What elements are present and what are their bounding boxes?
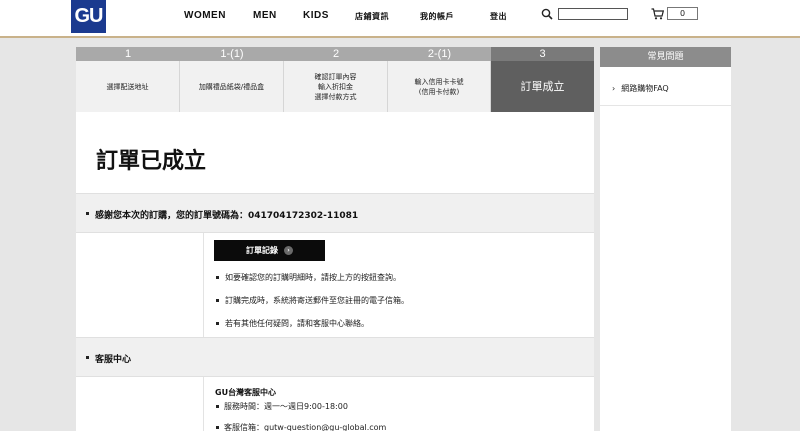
note-item: 若有其他任何疑問，請和客服中心聯絡。 <box>216 318 369 329</box>
nav-my-account[interactable]: 我的帳戶 <box>420 11 454 22</box>
step-label: 選擇配送地址 <box>76 61 180 112</box>
cs-email-text[interactable]: 客服信箱：gutw-question@gu-global.com <box>224 423 386 431</box>
step-label: 加購禮品紙袋/禮品盒 <box>180 61 284 112</box>
bullet <box>216 405 219 408</box>
checkout-steps: 1 選擇配送地址 1-(1) 加購禮品紙袋/禮品盒 2 確認訂單內容 輸入折扣金… <box>76 47 594 112</box>
step-2: 2 確認訂單內容 輸入折扣金 選擇付款方式 <box>284 47 388 112</box>
step-number: 2-(1) <box>388 47 491 61</box>
cart-count[interactable]: 0 <box>667 7 698 20</box>
note-text: 訂購完成時，系統將寄送郵件至您註冊的電子信箱。 <box>225 296 409 305</box>
bullet <box>216 322 219 325</box>
step-1-1: 1-(1) 加購禮品紙袋/禮品盒 <box>180 47 284 112</box>
step-label: 確認訂單內容 輸入折扣金 選擇付款方式 <box>284 61 388 112</box>
faq-link-label: 網路購物FAQ <box>621 84 669 93</box>
step-number: 1 <box>76 47 180 61</box>
cs-email: 客服信箱：gutw-question@gu-global.com <box>216 422 386 431</box>
customer-service-header: 客服中心 <box>95 355 132 365</box>
nav-logout[interactable]: 登出 <box>490 11 507 22</box>
bullet <box>86 212 89 215</box>
search-input[interactable] <box>558 8 628 20</box>
customer-service-band: 客服中心 <box>76 337 594 377</box>
cart-icon[interactable] <box>651 8 664 20</box>
step-number: 3 <box>491 47 594 61</box>
faq-sidebar: 常見問題 › 網路購物FAQ <box>600 47 731 431</box>
step-number: 2 <box>284 47 388 61</box>
bullet <box>216 299 219 302</box>
page-title: 訂單已成立 <box>96 149 207 174</box>
note-item: 如要確認您的訂購明細時，請按上方的按鈕查詢。 <box>216 272 401 283</box>
gu-logo[interactable]: GU <box>71 0 106 33</box>
bullet <box>216 426 219 429</box>
faq-link[interactable]: › 網路購物FAQ <box>612 83 669 94</box>
step-number: 1-(1) <box>180 47 284 61</box>
step-2-1: 2-(1) 輸入信用卡卡號 (信用卡付款) <box>388 47 491 112</box>
faq-divider <box>600 105 731 106</box>
step-label: 訂單成立 <box>491 61 594 112</box>
search-icon[interactable] <box>541 8 553 20</box>
note-text: 若有其他任何疑問，請和客服中心聯絡。 <box>225 319 369 328</box>
nav-men[interactable]: MEN <box>253 10 277 21</box>
step-1: 1 選擇配送地址 <box>76 47 180 112</box>
order-complete-panel: 1 選擇配送地址 1-(1) 加購禮品紙袋/禮品盒 2 確認訂單內容 輸入折扣金… <box>76 47 594 431</box>
site-header: GU WOMEN MEN KIDS 店鋪資訊 我的帳戶 登出 0 <box>0 0 800 36</box>
column-divider <box>203 233 204 337</box>
step-3-active: 3 訂單成立 <box>491 47 594 112</box>
bullet <box>216 276 219 279</box>
nav-kids[interactable]: KIDS <box>303 10 329 21</box>
cs-center-title: GU台灣客服中心 <box>215 388 277 397</box>
note-text: 如要確認您的訂購明細時，請按上方的按鈕查詢。 <box>225 273 401 282</box>
nav-women[interactable]: WOMEN <box>184 10 226 21</box>
order-number-text: 感謝您本次的訂購，您的訂單號碼為：041704172302-11081 <box>95 211 359 221</box>
chevron-right-icon: › <box>284 246 293 255</box>
bullet <box>86 356 89 359</box>
column-divider <box>203 377 204 431</box>
step-label: 輸入信用卡卡號 (信用卡付款) <box>388 61 491 112</box>
cs-hours: 服務時間：週一～週日9:00-18:00 <box>216 401 348 412</box>
chevron-right-icon: › <box>612 84 616 93</box>
nav-store-info[interactable]: 店鋪資訊 <box>355 11 389 22</box>
cs-hours-text: 服務時間：週一～週日9:00-18:00 <box>224 402 348 411</box>
order-history-button[interactable]: 訂單記錄 › <box>214 240 325 261</box>
note-item: 訂購完成時，系統將寄送郵件至您註冊的電子信箱。 <box>216 295 409 306</box>
faq-header: 常見問題 <box>600 47 731 67</box>
order-number-band: 感謝您本次的訂購，您的訂單號碼為：041704172302-11081 <box>76 193 594 233</box>
order-history-label: 訂單記錄 <box>246 246 278 255</box>
header-divider <box>0 36 800 38</box>
